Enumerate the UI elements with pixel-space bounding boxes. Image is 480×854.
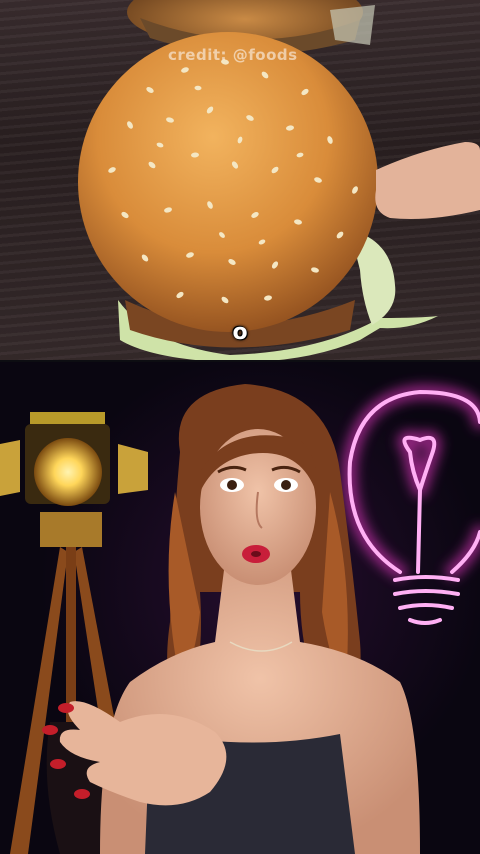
sesame-bun <box>78 32 378 332</box>
presenter-scene <box>0 384 480 854</box>
credit-watermark: credit: @foods <box>168 46 298 64</box>
bottom-video-frame <box>0 362 480 854</box>
caption-text: o <box>232 320 248 345</box>
top-video-frame: credit: @foods o <box>0 0 480 362</box>
neon-lightbulb <box>342 385 480 625</box>
finger <box>375 142 480 219</box>
